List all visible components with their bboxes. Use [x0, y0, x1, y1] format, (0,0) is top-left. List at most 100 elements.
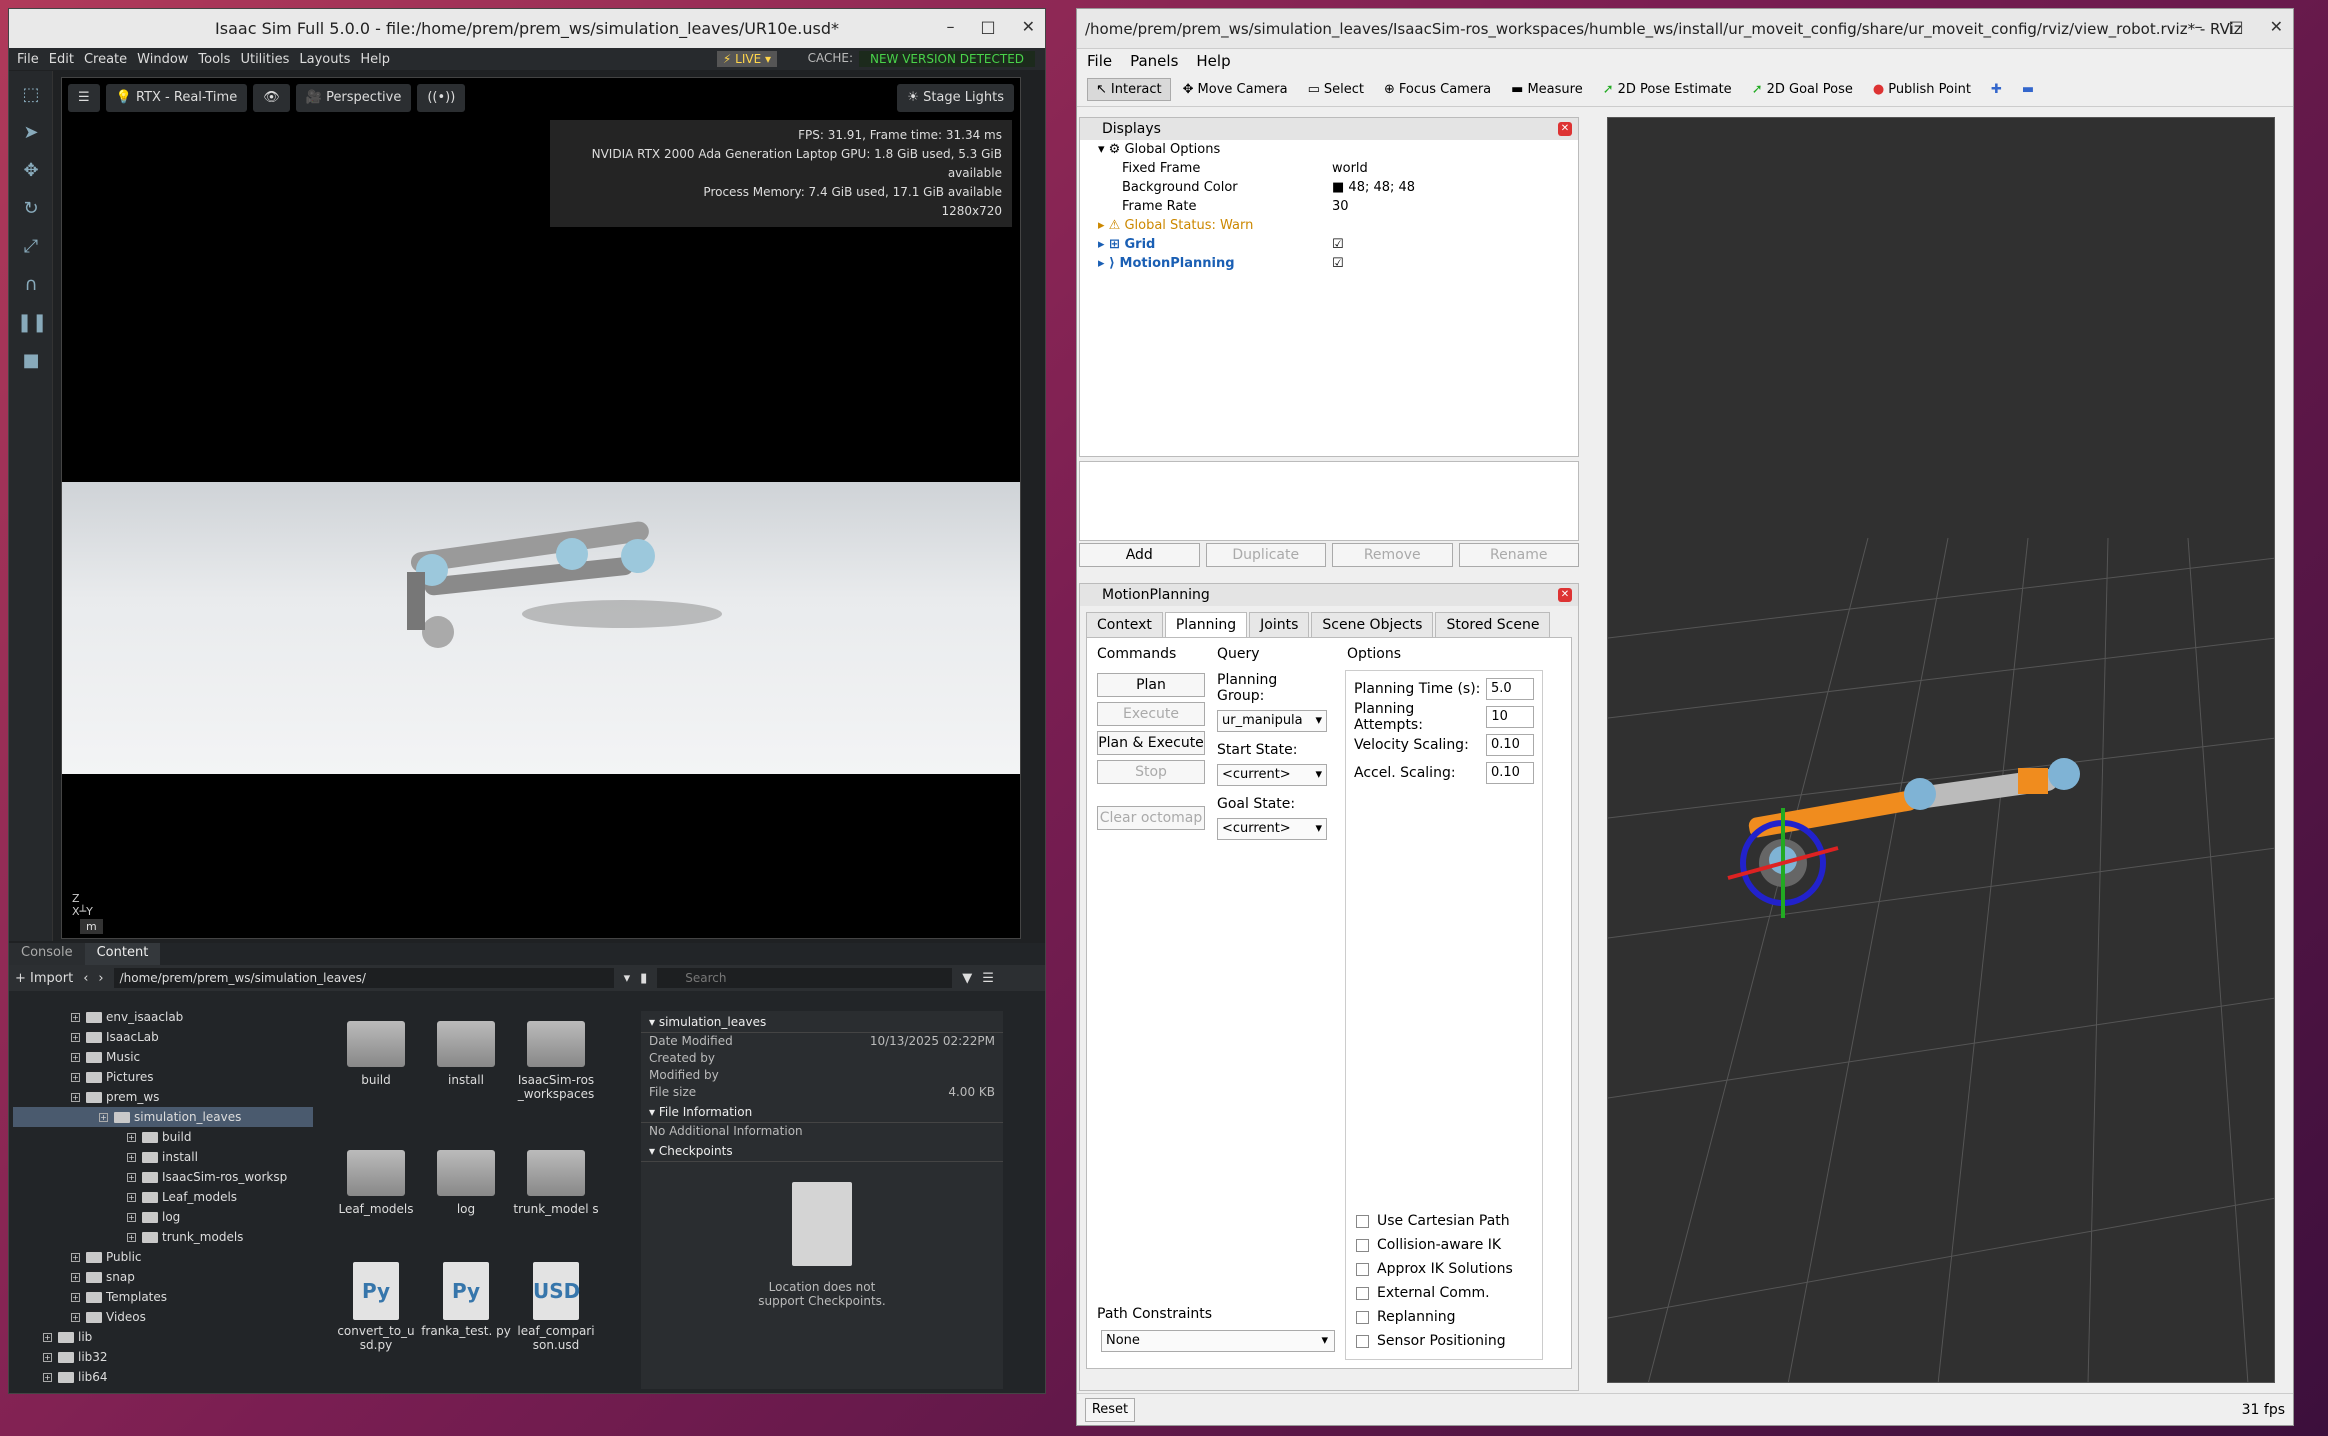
- execute-button[interactable]: Execute: [1097, 702, 1205, 726]
- grid-item[interactable]: trunk_model s: [511, 1142, 601, 1249]
- checkbox-box[interactable]: [1356, 1334, 1369, 1348]
- checkbox-box[interactable]: [1356, 1310, 1369, 1324]
- rtx-button[interactable]: 💡 RTX - Real-Time: [105, 84, 248, 112]
- expand-icon[interactable]: +: [71, 1292, 80, 1302]
- expand-icon[interactable]: +: [71, 1312, 80, 1322]
- tool-2d-pose-estimate[interactable]: ➚ 2D Pose Estimate: [1595, 79, 1740, 100]
- tool-measure[interactable]: ▬ Measure: [1503, 79, 1591, 100]
- tree-item[interactable]: + IsaacSim-ros_worksp: [13, 1167, 313, 1187]
- tree-item[interactable]: + Leaf_models: [13, 1187, 313, 1207]
- forward-icon[interactable]: ›: [98, 971, 103, 986]
- option-checkbox[interactable]: Collision-aware IK: [1356, 1233, 1513, 1257]
- tree-item[interactable]: + trunk_models: [13, 1227, 313, 1247]
- tree-item[interactable]: + log: [13, 1207, 313, 1227]
- grid-item[interactable]: IsaacSim-ros _workspaces: [511, 1013, 601, 1134]
- expand-icon[interactable]: +: [71, 1012, 80, 1022]
- list-menu-icon[interactable]: ☰: [982, 971, 994, 986]
- menu-help[interactable]: Help: [360, 52, 390, 67]
- frame-rate-value[interactable]: 30: [1326, 197, 1349, 216]
- expand-icon[interactable]: +: [99, 1112, 108, 1122]
- checkbox-box[interactable]: [1356, 1238, 1369, 1252]
- bg-color-value[interactable]: ■ 48; 48; 48: [1326, 178, 1415, 197]
- eye-icon[interactable]: 👁: [253, 84, 290, 112]
- path-field[interactable]: /home/prem/prem_ws/simulation_leaves/: [113, 968, 614, 988]
- remove-button[interactable]: Remove: [1332, 543, 1453, 567]
- stage-lights-button[interactable]: ☀ Stage Lights: [897, 84, 1014, 112]
- stop-button[interactable]: Stop: [1097, 760, 1205, 784]
- plan-execute-button[interactable]: Plan & Execute: [1097, 731, 1205, 755]
- rviz-minimize-icon[interactable]: –: [2194, 17, 2202, 36]
- planning-attempts-input[interactable]: 10: [1486, 706, 1534, 728]
- close-displays-icon[interactable]: ✕: [1558, 122, 1572, 136]
- tree-item[interactable]: + Templates: [13, 1287, 313, 1307]
- file-information-header[interactable]: ▾ File Information: [641, 1101, 1003, 1123]
- tree-item[interactable]: + env_isaaclab: [13, 1007, 313, 1027]
- expand-icon[interactable]: +: [71, 1052, 80, 1062]
- motionplanning-row[interactable]: ▸ ⟩ MotionPlanning ☑: [1080, 254, 1578, 273]
- move-icon[interactable]: ✥: [17, 157, 45, 185]
- rviz-menu-help[interactable]: Help: [1196, 52, 1230, 70]
- checkbox-box[interactable]: [1356, 1214, 1369, 1228]
- expand-icon[interactable]: +: [71, 1252, 80, 1262]
- add-tool-icon[interactable]: ✚: [1983, 79, 2010, 100]
- rotate-icon[interactable]: ↻: [17, 195, 45, 223]
- minimize-icon[interactable]: –: [946, 17, 954, 36]
- tab-console[interactable]: Console: [9, 943, 85, 965]
- new-version-badge[interactable]: NEW VERSION DETECTED: [859, 51, 1035, 67]
- menu-layouts[interactable]: Layouts: [299, 52, 350, 67]
- grid-item[interactable]: build: [331, 1013, 421, 1134]
- viewport-settings-button[interactable]: ☰: [68, 84, 100, 112]
- scale-icon[interactable]: ⤢: [17, 233, 45, 261]
- grid-item[interactable]: log: [421, 1142, 511, 1249]
- tree-item[interactable]: + snap: [13, 1267, 313, 1287]
- option-checkbox[interactable]: Sensor Positioning: [1356, 1329, 1513, 1353]
- rviz-menu-panels[interactable]: Panels: [1130, 52, 1178, 70]
- path-constraints-select[interactable]: None ▾: [1101, 1330, 1335, 1352]
- add-button[interactable]: Add: [1079, 543, 1200, 567]
- fixed-frame-value[interactable]: world: [1326, 159, 1368, 178]
- tree-item[interactable]: + simulation_leaves: [13, 1107, 313, 1127]
- tool-focus-camera[interactable]: ⊕ Focus Camera: [1376, 79, 1499, 100]
- global-options-row[interactable]: ▾ ⚙ Global Options: [1080, 140, 1578, 159]
- grid-row[interactable]: ▸ ⊞ Grid ☑: [1080, 235, 1578, 254]
- goal-state-select[interactable]: <current> ▾: [1217, 818, 1327, 840]
- velocity-scaling-input[interactable]: 0.10: [1486, 734, 1534, 756]
- menu-tools[interactable]: Tools: [198, 52, 230, 67]
- select-arrow-icon[interactable]: ➤: [17, 119, 45, 147]
- tree-item[interactable]: + prem_ws: [13, 1087, 313, 1107]
- file-grid[interactable]: build install IsaacSim-ros _workspaces Leaf…: [325, 1013, 625, 1385]
- grid-checkbox[interactable]: ☑: [1326, 235, 1344, 254]
- close-mp-icon[interactable]: ✕: [1558, 588, 1572, 602]
- tool-publish-point[interactable]: ● Publish Point: [1865, 79, 1979, 100]
- mp-checkbox[interactable]: ☑: [1326, 254, 1344, 273]
- grid-item[interactable]: install: [421, 1013, 511, 1134]
- info-name[interactable]: ▾ simulation_leaves: [641, 1011, 1003, 1033]
- rename-button[interactable]: Rename: [1458, 543, 1579, 567]
- global-status-row[interactable]: ▸ ⚠ Global Status: Warn: [1080, 216, 1578, 235]
- viewport[interactable]: ☰ 💡 RTX - Real-Time 👁 🎥 Perspective ((•)…: [61, 77, 1021, 939]
- tab-stored-scene[interactable]: Stored Scene: [1435, 612, 1551, 637]
- menu-window[interactable]: Window: [137, 52, 188, 67]
- rviz-maximize-icon[interactable]: □: [2228, 17, 2243, 36]
- expand-icon[interactable]: +: [43, 1372, 52, 1382]
- tool-move-camera[interactable]: ✥ Move Camera: [1175, 79, 1296, 100]
- menu-create[interactable]: Create: [84, 52, 127, 67]
- planning-time-input[interactable]: 5.0: [1486, 678, 1534, 700]
- menu-edit[interactable]: Edit: [49, 52, 74, 67]
- tool-select[interactable]: ▭ Select: [1300, 79, 1372, 100]
- grid-item[interactable]: Leaf_models: [331, 1142, 421, 1249]
- grid-item[interactable]: Py convert_to_u sd.py: [331, 1258, 421, 1385]
- expand-icon[interactable]: +: [127, 1172, 136, 1182]
- accel-scaling-input[interactable]: 0.10: [1486, 762, 1534, 784]
- bookmark-icon[interactable]: ▮: [640, 971, 647, 986]
- perspective-button[interactable]: 🎥 Perspective: [295, 84, 412, 112]
- expand-icon[interactable]: +: [71, 1272, 80, 1282]
- tree-item[interactable]: + Music: [13, 1047, 313, 1067]
- expand-icon[interactable]: +: [71, 1072, 80, 1082]
- option-checkbox[interactable]: Replanning: [1356, 1305, 1513, 1329]
- tab-planning[interactable]: Planning: [1164, 612, 1248, 637]
- search-input[interactable]: Search: [657, 968, 953, 988]
- checkpoints-header[interactable]: ▾ Checkpoints: [641, 1140, 1003, 1162]
- select-mode-icon[interactable]: ⬚: [17, 81, 45, 109]
- tab-scene-objects[interactable]: Scene Objects: [1311, 612, 1434, 637]
